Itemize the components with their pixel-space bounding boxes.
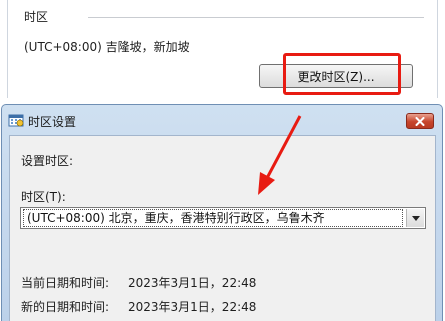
timezone-settings-dialog: 时区设置 设置时区: 时区(T): (UTC+08:00) 北京，重庆，香港特别… [1,104,443,321]
panel-border-right [437,0,438,98]
chevron-down-icon [411,215,420,221]
close-button[interactable] [406,113,434,129]
timezone-label: 时区(T): [21,190,66,204]
group-divider [88,17,424,18]
dialog-body: 设置时区: 时区(T): (UTC+08:00) 北京，重庆，香港特别行政区，乌… [9,135,436,321]
timezone-selected-value: (UTC+08:00) 北京，重庆，香港特别行政区，乌鲁木齐 [23,209,403,227]
new-datetime-value: 2023年3月1日，22:48 [128,300,257,314]
close-icon [415,116,425,126]
clock-globe-icon [8,113,24,127]
dialog-titlebar[interactable]: 时区设置 [2,105,442,135]
set-timezone-label: 设置时区: [21,154,74,168]
current-timezone-text: (UTC+08:00) 吉隆坡，新加坡 [24,40,190,54]
timezone-group-title: 时区 [24,10,49,24]
current-datetime-value: 2023年3月1日，22:48 [128,276,257,290]
panel-border-left [7,0,8,98]
dialog-title: 时区设置 [28,115,77,129]
dropdown-button[interactable] [406,209,424,227]
new-datetime-label: 新的日期和时间: [21,300,110,314]
annotation-highlight-box [283,53,401,95]
current-datetime-label: 当前日期和时间: [21,276,110,290]
timezone-settings-panel: 时区 (UTC+08:00) 吉隆坡，新加坡 更改时区(Z)... [0,0,445,98]
timezone-select[interactable]: (UTC+08:00) 北京，重庆，香港特别行政区，乌鲁木齐 [20,207,426,229]
